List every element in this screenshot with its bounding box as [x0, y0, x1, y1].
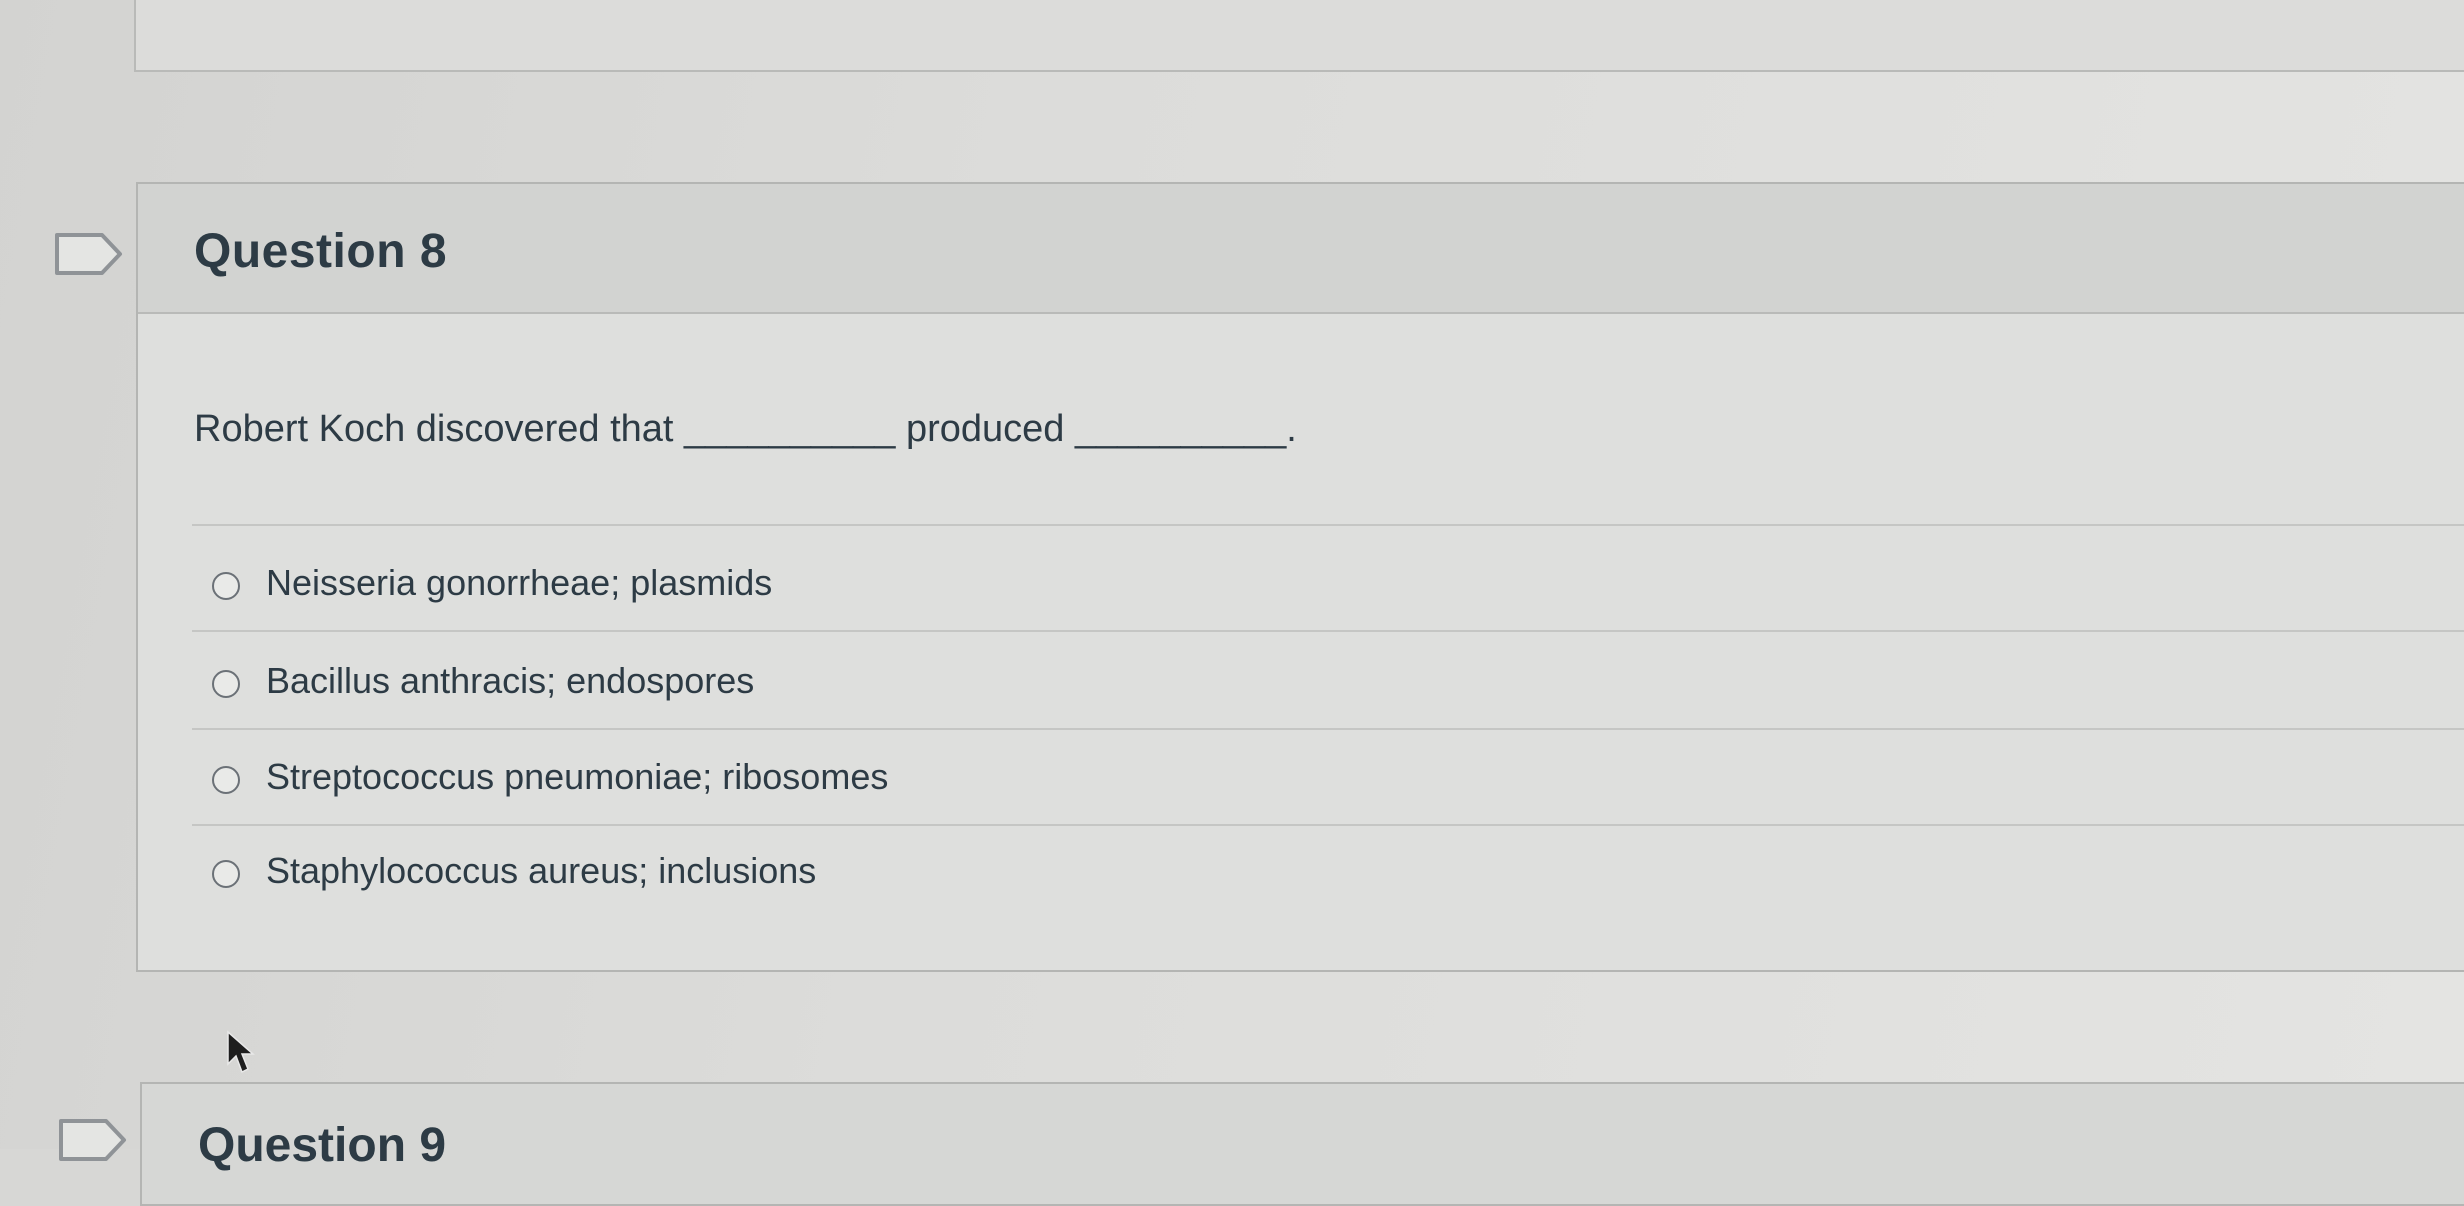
- next-question-title: Question 9: [198, 1119, 447, 1172]
- next-question-card: Question 9: [140, 1082, 2464, 1206]
- answer-label[interactable]: Bacillus anthracis; endospores: [266, 660, 754, 702]
- radio-unselected-icon[interactable]: [212, 860, 240, 888]
- answer-option[interactable]: Bacillus anthracis; endospores: [192, 632, 2464, 730]
- bookmark-flag-icon[interactable]: [54, 232, 124, 276]
- answer-label[interactable]: Streptococcus pneumoniae; ribosomes: [266, 756, 888, 798]
- answer-option[interactable]: Staphylococcus aureus; inclusions: [192, 822, 2464, 918]
- bookmark-flag-icon[interactable]: [58, 1118, 128, 1162]
- question-text: Robert Koch discovered that __________ p…: [194, 408, 1297, 450]
- radio-unselected-icon[interactable]: [212, 670, 240, 698]
- question-divider: [192, 524, 2464, 526]
- answer-label[interactable]: Neisseria gonorrheae; plasmids: [266, 562, 772, 604]
- radio-unselected-icon[interactable]: [212, 572, 240, 600]
- question-title: Question 8: [194, 225, 448, 278]
- mouse-pointer-icon: [227, 1030, 255, 1074]
- radio-unselected-icon[interactable]: [212, 766, 240, 794]
- previous-question-card: [134, 0, 2464, 72]
- answer-label[interactable]: Staphylococcus aureus; inclusions: [266, 850, 816, 892]
- question-header: Question 8: [138, 184, 2464, 314]
- answer-option[interactable]: Streptococcus pneumoniae; ribosomes: [192, 728, 2464, 826]
- question-card: Question 8 Robert Koch discovered that _…: [136, 182, 2464, 972]
- answer-option[interactable]: Neisseria gonorrheae; plasmids: [192, 534, 2464, 632]
